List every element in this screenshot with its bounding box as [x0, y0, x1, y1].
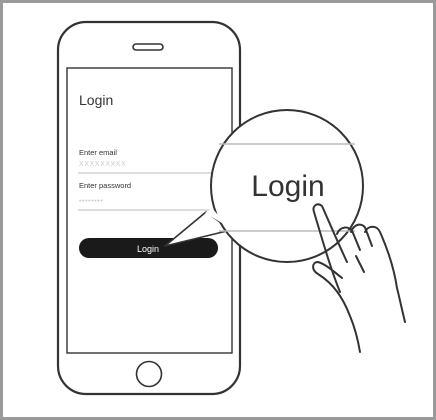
phone-speaker — [132, 43, 164, 51]
login-screen-title: Login — [79, 92, 113, 108]
login-tap-illustration: Login Enter email XXXXXXXXX Enter passwo… — [56, 20, 406, 396]
login-button-label: Login — [137, 244, 159, 254]
home-button[interactable] — [135, 360, 163, 388]
password-field[interactable]: •••••••• — [79, 198, 103, 205]
password-label: Enter password — [79, 181, 131, 190]
email-field[interactable]: XXXXXXXXX — [79, 161, 126, 168]
magnifier-login-label: Login — [251, 170, 324, 203]
email-label: Enter email — [79, 148, 117, 157]
